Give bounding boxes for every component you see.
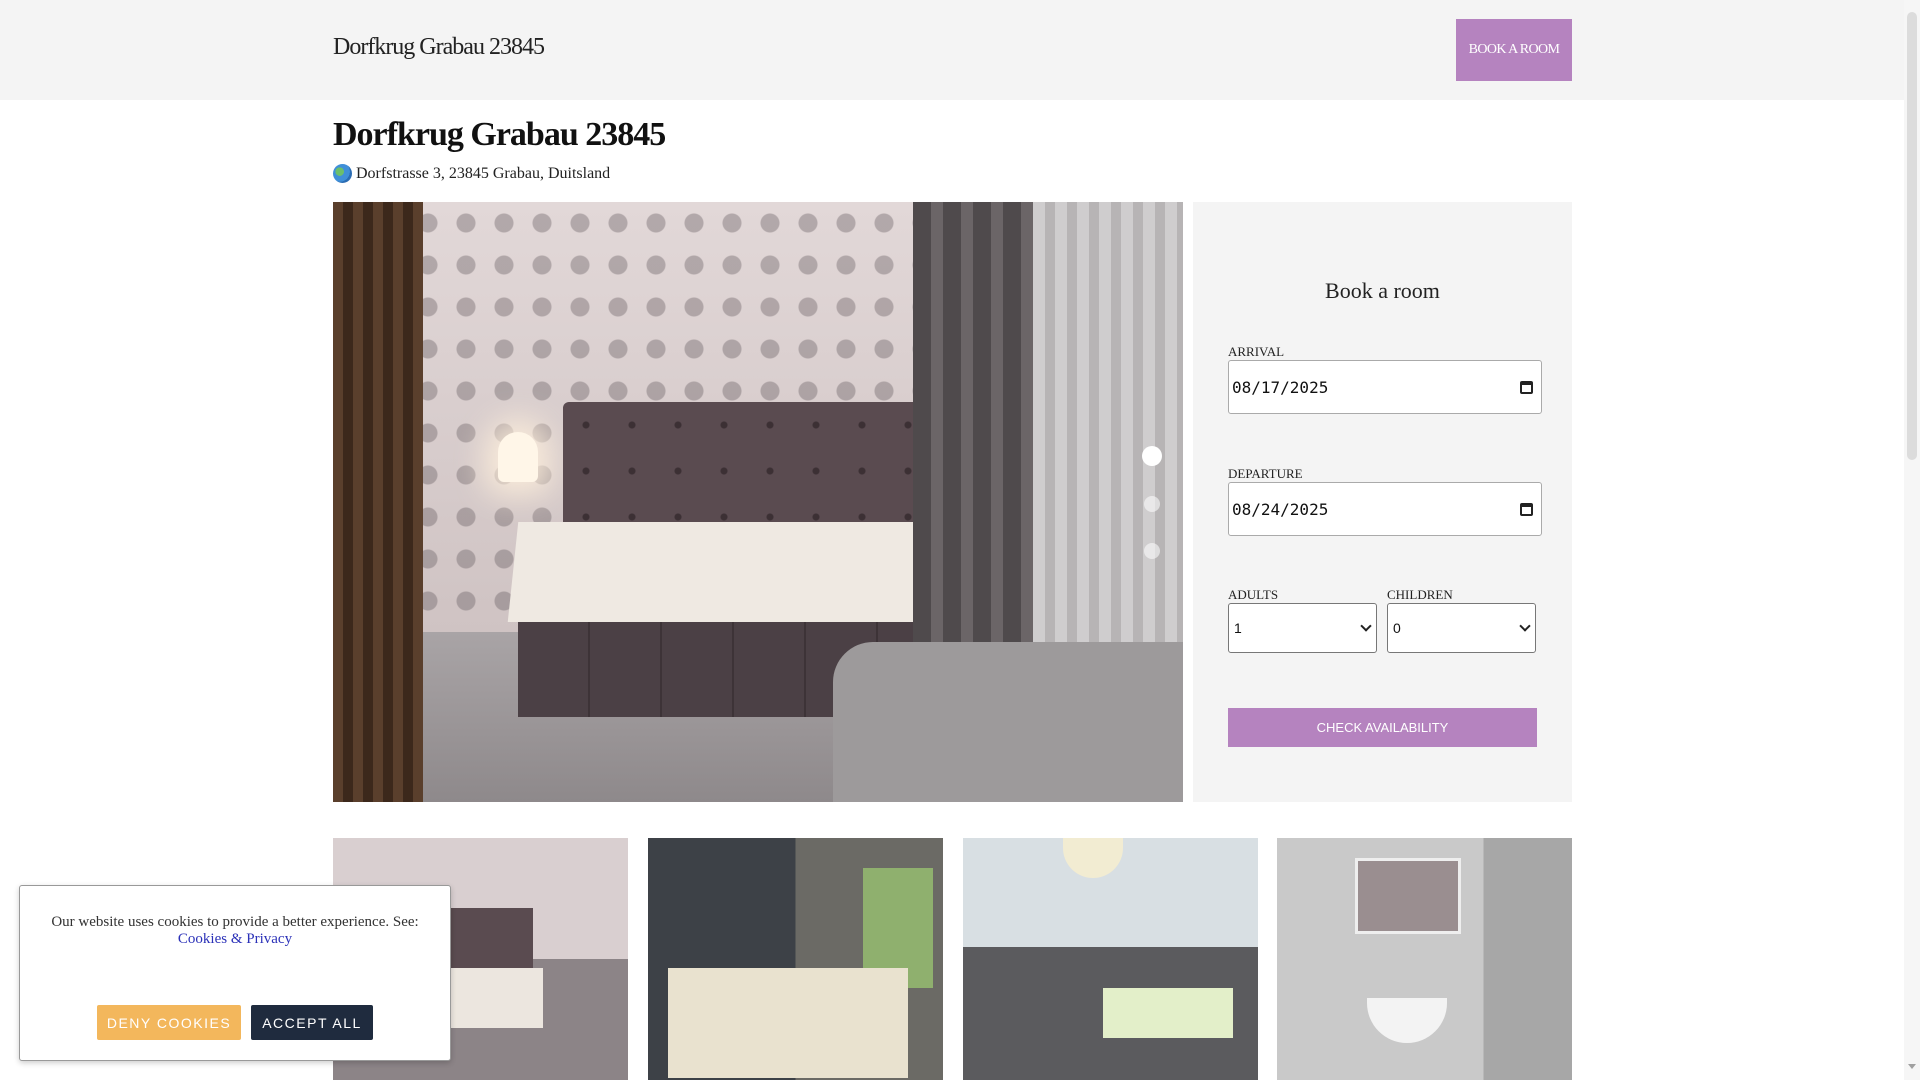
check-availability-button[interactable]: CHECK AVAILABILITY [1228,708,1537,747]
thumbnail-photo-detail [1367,998,1447,1043]
cookie-banner: Our website uses cookies to provide a be… [19,885,451,1061]
slider-dot-3[interactable] [1144,543,1160,559]
slider-dot-1[interactable] [1142,446,1162,466]
gallery-thumbnail-3[interactable] [963,838,1258,1080]
cookie-message: Our website uses cookies to provide a be… [40,914,430,948]
departure-date-value: 08/24/2025 [1232,499,1329,519]
hero-image-slider[interactable] [333,202,1183,802]
adults-label: ADULTS [1228,587,1279,602]
cookie-message-text: Our website uses cookies to provide a be… [51,914,419,930]
booking-heading: Book a room [1325,278,1440,303]
accept-all-button[interactable]: ACCEPT ALL [251,1005,373,1040]
thumbnail-photo-detail [1103,988,1233,1038]
hero-photo-lamp [498,432,538,482]
hero-photo-sofa [833,642,1183,802]
arrival-label: ARRIVAL [1228,344,1285,359]
hotel-address: Dorfstrasse 3, 23845 Grabau, Duitsland [333,164,610,183]
thumbnail-photo-detail [1063,838,1123,878]
booking-panel: Book a room ARRIVAL 08/17/2025 DEPARTURE… [1193,202,1572,802]
address-text: Dorfstrasse 3, 23845 Grabau, Duitsland [356,164,611,182]
adults-value: 1 [1234,620,1242,636]
children-label: CHILDREN [1387,587,1453,602]
calendar-icon[interactable] [1520,380,1533,394]
book-a-room-button[interactable]: BOOK A ROOM [1456,19,1572,81]
chevron-down-icon [1519,620,1531,632]
children-select[interactable]: 0 [1387,603,1536,653]
brand-name[interactable]: Dorfkrug Grabau 23845 [333,34,545,61]
arrival-date-input[interactable]: 08/17/2025 [1228,360,1542,414]
adults-select[interactable]: 1 [1228,603,1377,653]
gallery-thumbnail-4[interactable] [1277,838,1572,1080]
thumbnail-photo-detail [668,968,908,1078]
departure-label: DEPARTURE [1228,466,1303,481]
arrival-date-value: 08/17/2025 [1232,377,1329,397]
globe-icon [333,164,352,183]
gallery-thumbnail-2[interactable] [648,838,943,1080]
scrollbar-thumb[interactable] [1907,12,1917,460]
children-value: 0 [1393,620,1401,636]
chevron-down-icon [1360,620,1372,632]
cookies-privacy-link[interactable]: Cookies & Privacy [178,931,292,947]
top-navbar: Dorfkrug Grabau 23845 BOOK A ROOM [0,0,1904,100]
scroll-down-arrow-icon[interactable] [1908,1064,1916,1069]
hero-photo-mattress [507,522,959,622]
hero-photo-wood-panel [333,202,423,802]
deny-cookies-button[interactable]: DENY COOKIES [97,1005,241,1040]
slider-dot-2[interactable] [1144,496,1160,512]
page-title: Dorfkrug Grabau 23845 [333,116,666,153]
thumbnail-photo-detail [1355,858,1461,934]
calendar-icon[interactable] [1520,502,1533,516]
departure-date-input[interactable]: 08/24/2025 [1228,482,1542,536]
